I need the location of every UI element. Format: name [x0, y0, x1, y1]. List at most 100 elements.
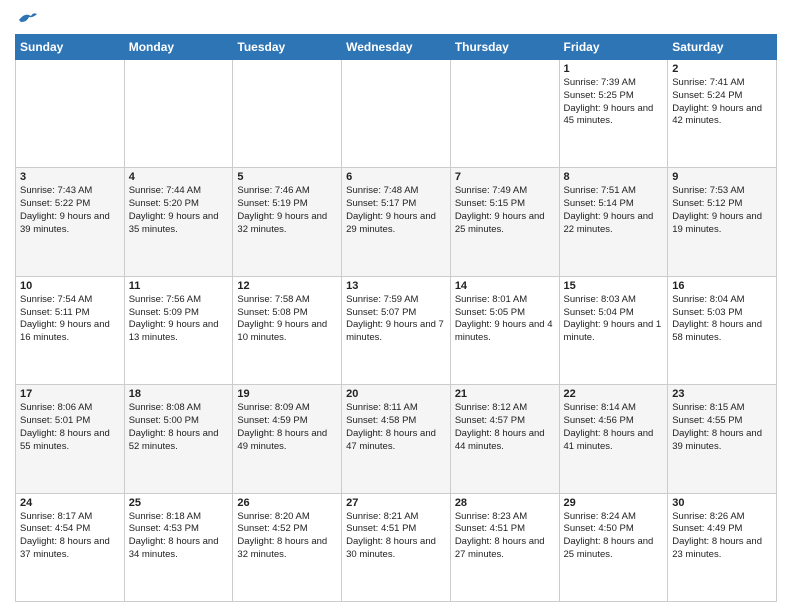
day-info: Sunrise: 8:04 AM Sunset: 5:03 PM Dayligh… — [672, 294, 772, 345]
day-number: 15 — [564, 280, 664, 292]
day-number: 13 — [346, 280, 446, 292]
day-info: Sunrise: 7:54 AM Sunset: 5:11 PM Dayligh… — [20, 294, 120, 345]
day-number: 22 — [564, 388, 664, 400]
day-info: Sunrise: 8:12 AM Sunset: 4:57 PM Dayligh… — [455, 402, 555, 453]
day-info: Sunrise: 7:39 AM Sunset: 5:25 PM Dayligh… — [564, 77, 664, 128]
day-cell-13: 13 Sunrise: 7:59 AM Sunset: 5:07 PM Dayli… — [342, 276, 451, 384]
day-cell-28: 28 Sunrise: 8:23 AM Sunset: 4:51 PM Dayli… — [450, 493, 559, 601]
day-cell-23: 23 Sunrise: 8:15 AM Sunset: 4:55 PM Dayli… — [668, 385, 777, 493]
day-cell-19: 19 Sunrise: 8:09 AM Sunset: 4:59 PM Dayli… — [233, 385, 342, 493]
weekday-header-tuesday: Tuesday — [233, 35, 342, 60]
day-cell-24: 24 Sunrise: 8:17 AM Sunset: 4:54 PM Dayli… — [16, 493, 125, 601]
logo-bird-icon — [17, 10, 39, 28]
day-info: Sunrise: 7:46 AM Sunset: 5:19 PM Dayligh… — [237, 185, 337, 236]
day-cell-5: 5 Sunrise: 7:46 AM Sunset: 5:19 PM Daylig… — [233, 168, 342, 276]
day-info: Sunrise: 8:20 AM Sunset: 4:52 PM Dayligh… — [237, 511, 337, 562]
day-info: Sunrise: 7:48 AM Sunset: 5:17 PM Dayligh… — [346, 185, 446, 236]
weekday-header-row: SundayMondayTuesdayWednesdayThursdayFrid… — [16, 35, 777, 60]
weekday-header-sunday: Sunday — [16, 35, 125, 60]
day-number: 29 — [564, 497, 664, 509]
week-row-3: 17 Sunrise: 8:06 AM Sunset: 5:01 PM Dayli… — [16, 385, 777, 493]
day-cell-21: 21 Sunrise: 8:12 AM Sunset: 4:57 PM Dayli… — [450, 385, 559, 493]
day-info: Sunrise: 8:06 AM Sunset: 5:01 PM Dayligh… — [20, 402, 120, 453]
day-number: 28 — [455, 497, 555, 509]
day-info: Sunrise: 8:23 AM Sunset: 4:51 PM Dayligh… — [455, 511, 555, 562]
day-cell-1: 1 Sunrise: 7:39 AM Sunset: 5:25 PM Daylig… — [559, 60, 668, 168]
day-number: 16 — [672, 280, 772, 292]
day-info: Sunrise: 8:14 AM Sunset: 4:56 PM Dayligh… — [564, 402, 664, 453]
day-info: Sunrise: 8:15 AM Sunset: 4:55 PM Dayligh… — [672, 402, 772, 453]
day-number: 9 — [672, 171, 772, 183]
day-cell-14: 14 Sunrise: 8:01 AM Sunset: 5:05 PM Dayli… — [450, 276, 559, 384]
day-cell-8: 8Sunrise: 7:51 AM Sunset: 5:14 PM Daylig… — [559, 168, 668, 276]
day-info: Sunrise: 8:26 AM Sunset: 4:49 PM Dayligh… — [672, 511, 772, 562]
day-cell-9: 9 Sunrise: 7:53 AM Sunset: 5:12 PM Daylig… — [668, 168, 777, 276]
day-info: Sunrise: 7:58 AM Sunset: 5:08 PM Dayligh… — [237, 294, 337, 345]
day-number: 6 — [346, 171, 446, 183]
day-number: 10 — [20, 280, 120, 292]
day-number: 30 — [672, 497, 772, 509]
day-number: 1 — [564, 63, 664, 75]
week-row-2: 10 Sunrise: 7:54 AM Sunset: 5:11 PM Dayli… — [16, 276, 777, 384]
day-cell-3: 3 Sunrise: 7:43 AM Sunset: 5:22 PM Daylig… — [16, 168, 125, 276]
day-info: Sunrise: 8:18 AM Sunset: 4:53 PM Dayligh… — [129, 511, 229, 562]
day-number: 5 — [237, 171, 337, 183]
day-info: Sunrise: 7:59 AM Sunset: 5:07 PM Dayligh… — [346, 294, 446, 345]
day-number: 21 — [455, 388, 555, 400]
day-number: 14 — [455, 280, 555, 292]
page: SundayMondayTuesdayWednesdayThursdayFrid… — [0, 0, 792, 612]
day-info: Sunrise: 8:08 AM Sunset: 5:00 PM Dayligh… — [129, 402, 229, 453]
week-row-4: 24 Sunrise: 8:17 AM Sunset: 4:54 PM Dayli… — [16, 493, 777, 601]
weekday-header-wednesday: Wednesday — [342, 35, 451, 60]
day-number: 20 — [346, 388, 446, 400]
day-cell-11: 11 Sunrise: 7:56 AM Sunset: 5:09 PM Dayli… — [124, 276, 233, 384]
day-info: Sunrise: 8:01 AM Sunset: 5:05 PM Dayligh… — [455, 294, 555, 345]
day-number: 25 — [129, 497, 229, 509]
day-cell-4: 4 Sunrise: 7:44 AM Sunset: 5:20 PM Daylig… — [124, 168, 233, 276]
weekday-header-friday: Friday — [559, 35, 668, 60]
day-info: Sunrise: 7:51 AM Sunset: 5:14 PM Dayligh… — [564, 185, 664, 236]
day-cell-16: 16 Sunrise: 8:04 AM Sunset: 5:03 PM Dayli… — [668, 276, 777, 384]
day-number: 19 — [237, 388, 337, 400]
day-info: Sunrise: 7:56 AM Sunset: 5:09 PM Dayligh… — [129, 294, 229, 345]
day-number: 26 — [237, 497, 337, 509]
day-number: 12 — [237, 280, 337, 292]
week-row-1: 3 Sunrise: 7:43 AM Sunset: 5:22 PM Daylig… — [16, 168, 777, 276]
day-cell-12: 12 Sunrise: 7:58 AM Sunset: 5:08 PM Dayli… — [233, 276, 342, 384]
day-info: Sunrise: 8:03 AM Sunset: 5:04 PM Dayligh… — [564, 294, 664, 345]
day-info: Sunrise: 8:24 AM Sunset: 4:50 PM Dayligh… — [564, 511, 664, 562]
day-info: Sunrise: 7:44 AM Sunset: 5:20 PM Dayligh… — [129, 185, 229, 236]
day-cell-29: 29 Sunrise: 8:24 AM Sunset: 4:50 PM Dayli… — [559, 493, 668, 601]
day-info: Sunrise: 7:53 AM Sunset: 5:12 PM Dayligh… — [672, 185, 772, 236]
day-info: Sunrise: 7:49 AM Sunset: 5:15 PM Dayligh… — [455, 185, 555, 236]
header — [15, 10, 777, 26]
day-number: 3 — [20, 171, 120, 183]
day-info: Sunrise: 7:43 AM Sunset: 5:22 PM Dayligh… — [20, 185, 120, 236]
weekday-header-saturday: Saturday — [668, 35, 777, 60]
day-cell-10: 10 Sunrise: 7:54 AM Sunset: 5:11 PM Dayli… — [16, 276, 125, 384]
day-info: Sunrise: 8:09 AM Sunset: 4:59 PM Dayligh… — [237, 402, 337, 453]
day-info: Sunrise: 8:17 AM Sunset: 4:54 PM Dayligh… — [20, 511, 120, 562]
week-row-0: 1 Sunrise: 7:39 AM Sunset: 5:25 PM Daylig… — [16, 60, 777, 168]
weekday-header-monday: Monday — [124, 35, 233, 60]
day-number: 23 — [672, 388, 772, 400]
day-cell-27: 27Sunrise: 8:21 AM Sunset: 4:51 PM Dayli… — [342, 493, 451, 601]
day-cell-18: 18 Sunrise: 8:08 AM Sunset: 5:00 PM Dayli… — [124, 385, 233, 493]
day-info: Sunrise: 7:41 AM Sunset: 5:24 PM Dayligh… — [672, 77, 772, 128]
day-number: 7 — [455, 171, 555, 183]
day-cell-17: 17 Sunrise: 8:06 AM Sunset: 5:01 PM Dayli… — [16, 385, 125, 493]
day-number: 4 — [129, 171, 229, 183]
day-info: Sunrise: 8:11 AM Sunset: 4:58 PM Dayligh… — [346, 402, 446, 453]
day-cell-2: 2 Sunrise: 7:41 AM Sunset: 5:24 PM Daylig… — [668, 60, 777, 168]
day-cell-15: 15 Sunrise: 8:03 AM Sunset: 5:04 PM Dayli… — [559, 276, 668, 384]
day-number: 2 — [672, 63, 772, 75]
day-cell-7: 7 Sunrise: 7:49 AM Sunset: 5:15 PM Daylig… — [450, 168, 559, 276]
logo — [15, 10, 39, 26]
day-number: 17 — [20, 388, 120, 400]
day-number: 11 — [129, 280, 229, 292]
empty-cell — [124, 60, 233, 168]
day-cell-20: 20 Sunrise: 8:11 AM Sunset: 4:58 PM Dayli… — [342, 385, 451, 493]
day-number: 24 — [20, 497, 120, 509]
day-number: 18 — [129, 388, 229, 400]
calendar-table: SundayMondayTuesdayWednesdayThursdayFrid… — [15, 34, 777, 602]
